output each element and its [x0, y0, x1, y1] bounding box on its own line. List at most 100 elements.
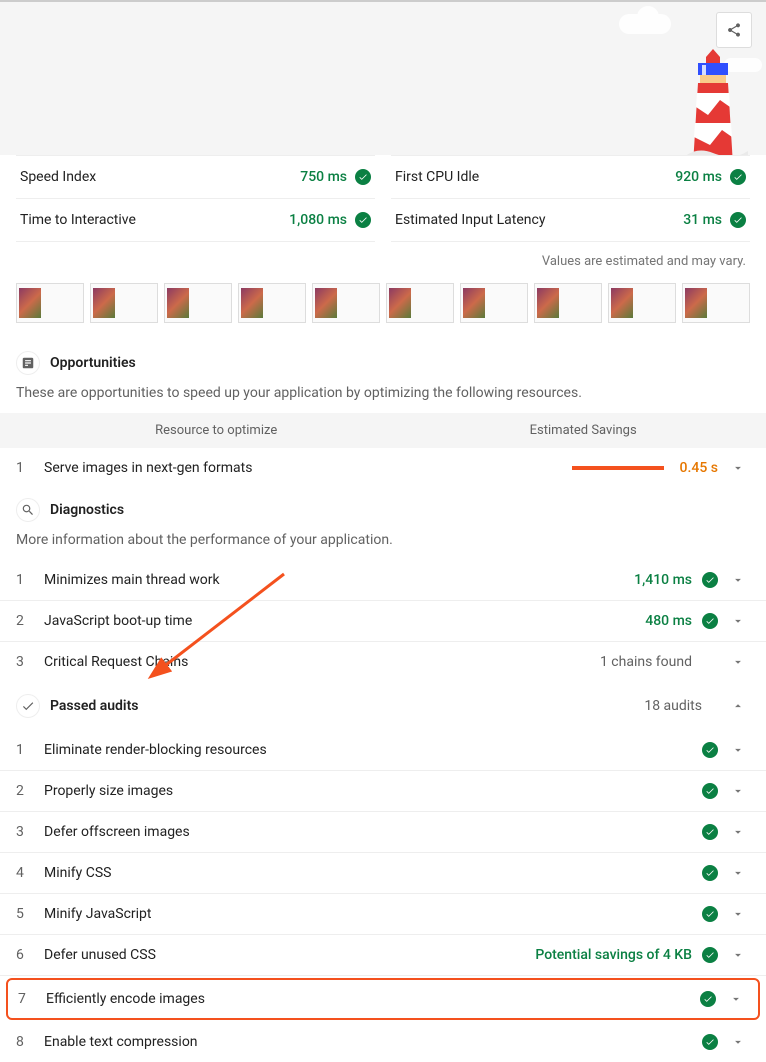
passed-audit-row[interactable]: 3 Defer offscreen images	[0, 812, 766, 853]
audit-number: 8	[16, 1034, 44, 1050]
filmstrip-frame	[608, 283, 676, 323]
audit-title: Minimizes main thread work	[44, 572, 634, 588]
audit-title: Properly size images	[44, 783, 692, 799]
chevron-down-icon[interactable]	[726, 1035, 750, 1049]
chevron-down-icon[interactable]	[726, 573, 750, 587]
metric-label: Estimated Input Latency	[395, 212, 545, 228]
metric-row: Speed Index 750 ms	[16, 155, 375, 199]
thumbnail	[241, 288, 263, 318]
metric-row: Estimated Input Latency 31 ms	[391, 199, 750, 242]
opportunities-icon	[16, 351, 40, 375]
audit-title: Defer unused CSS	[44, 947, 535, 963]
filmstrip	[0, 279, 766, 341]
report-header	[0, 0, 766, 155]
pass-icon	[702, 783, 718, 799]
chevron-down-icon[interactable]	[726, 614, 750, 628]
diagnostic-row[interactable]: 3 Critical Request Chains 1 chains found	[0, 642, 766, 682]
audit-title: Minify JavaScript	[44, 906, 692, 922]
passed-audit-row[interactable]: 6 Defer unused CSS Potential savings of …	[0, 935, 766, 976]
thumbnail	[19, 288, 41, 318]
audit-title: Eliminate render-blocking resources	[44, 742, 692, 758]
pass-icon	[702, 1034, 718, 1050]
pass-icon	[702, 572, 718, 588]
filmstrip-frame	[16, 283, 84, 323]
savings-bar	[572, 466, 664, 470]
chevron-down-icon[interactable]	[726, 655, 750, 669]
pass-icon	[700, 991, 716, 1007]
chevron-down-icon[interactable]	[726, 743, 750, 757]
section-title: Diagnostics	[50, 502, 124, 518]
diagnostics-desc: More information about the performance o…	[0, 532, 766, 560]
chevron-down-icon[interactable]	[726, 907, 750, 921]
metric-value: 31 ms	[683, 212, 746, 228]
audit-number: 1	[16, 460, 44, 476]
audit-number: 4	[16, 865, 44, 881]
audit-note: Potential savings of 4 KB	[535, 947, 692, 963]
chevron-down-icon[interactable]	[726, 825, 750, 839]
filmstrip-frame	[312, 283, 380, 323]
metric-label: First CPU Idle	[395, 169, 479, 185]
filmstrip-frame	[238, 283, 306, 323]
pass-icon	[730, 212, 746, 228]
savings-value: 0.45 s	[680, 460, 718, 476]
share-icon	[726, 22, 742, 38]
diagnostic-value: 1,410 ms	[634, 572, 692, 588]
chevron-down-icon[interactable]	[726, 784, 750, 798]
passed-audit-row[interactable]: 2 Properly size images	[0, 771, 766, 812]
passed-audit-row[interactable]: 1 Eliminate render-blocking resources	[0, 730, 766, 771]
thumbnail	[463, 288, 485, 318]
estimate-note: Values are estimated and may vary.	[0, 242, 766, 279]
diagnostics-header: Diagnostics	[0, 488, 766, 532]
thumbnail	[611, 288, 633, 318]
metrics-grid: Speed Index 750 ms Time to Interactive 1…	[0, 155, 766, 242]
metric-value: 920 ms	[675, 169, 746, 185]
audit-number: 1	[16, 572, 44, 588]
chevron-down-icon[interactable]	[726, 948, 750, 962]
passed-audit-row[interactable]: 5 Minify JavaScript	[0, 894, 766, 935]
chevron-down-icon[interactable]	[724, 992, 748, 1006]
thumbnail	[389, 288, 411, 318]
chevron-down-icon[interactable]	[726, 866, 750, 880]
col-savings: Estimated Savings	[416, 423, 750, 438]
share-button[interactable]	[716, 12, 752, 48]
audit-title: Serve images in next-gen formats	[44, 460, 572, 476]
passed-audit-row[interactable]: 7 Efficiently encode images	[6, 978, 760, 1020]
passed-audits-header[interactable]: Passed audits 18 audits	[0, 682, 766, 730]
metric-row: Time to Interactive 1,080 ms	[16, 199, 375, 242]
opportunities-header: Opportunities	[0, 341, 766, 385]
audit-title: JavaScript boot-up time	[44, 613, 645, 629]
audit-number: 1	[16, 742, 44, 758]
passed-count: 18 audits	[644, 698, 702, 714]
opportunity-row[interactable]: 1 Serve images in next-gen formats 0.45 …	[0, 448, 766, 488]
audit-number: 2	[16, 783, 44, 799]
passed-audit-row[interactable]: 8 Enable text compression	[0, 1022, 766, 1062]
pass-icon	[702, 906, 718, 922]
audit-number: 3	[16, 654, 44, 670]
filmstrip-frame	[164, 283, 232, 323]
audit-title: Minify CSS	[44, 865, 692, 881]
thumbnail	[315, 288, 337, 318]
audit-title: Efficiently encode images	[46, 991, 690, 1007]
diagnostic-value: 1 chains found	[600, 654, 692, 670]
passed-audit-row[interactable]: 4 Minify CSS	[0, 853, 766, 894]
thumbnail	[167, 288, 189, 318]
audit-number: 6	[16, 947, 44, 963]
audit-number: 2	[16, 613, 44, 629]
opportunities-desc: These are opportunities to speed up your…	[0, 385, 766, 413]
chevron-up-icon[interactable]	[726, 699, 750, 713]
audit-number: 5	[16, 906, 44, 922]
filmstrip-frame	[460, 283, 528, 323]
audit-title: Enable text compression	[44, 1034, 692, 1050]
diagnostic-row[interactable]: 1 Minimizes main thread work 1,410 ms	[0, 560, 766, 601]
cloud-icon	[619, 14, 671, 34]
audit-number: 7	[18, 991, 46, 1007]
filmstrip-frame	[682, 283, 750, 323]
metric-row: First CPU Idle 920 ms	[391, 155, 750, 199]
pass-icon	[355, 169, 371, 185]
diagnostic-row[interactable]: 2 JavaScript boot-up time 480 ms	[0, 601, 766, 642]
metric-label: Time to Interactive	[20, 212, 136, 228]
thumbnail	[537, 288, 559, 318]
pass-icon	[730, 169, 746, 185]
filmstrip-frame	[386, 283, 454, 323]
chevron-down-icon[interactable]	[726, 461, 750, 475]
